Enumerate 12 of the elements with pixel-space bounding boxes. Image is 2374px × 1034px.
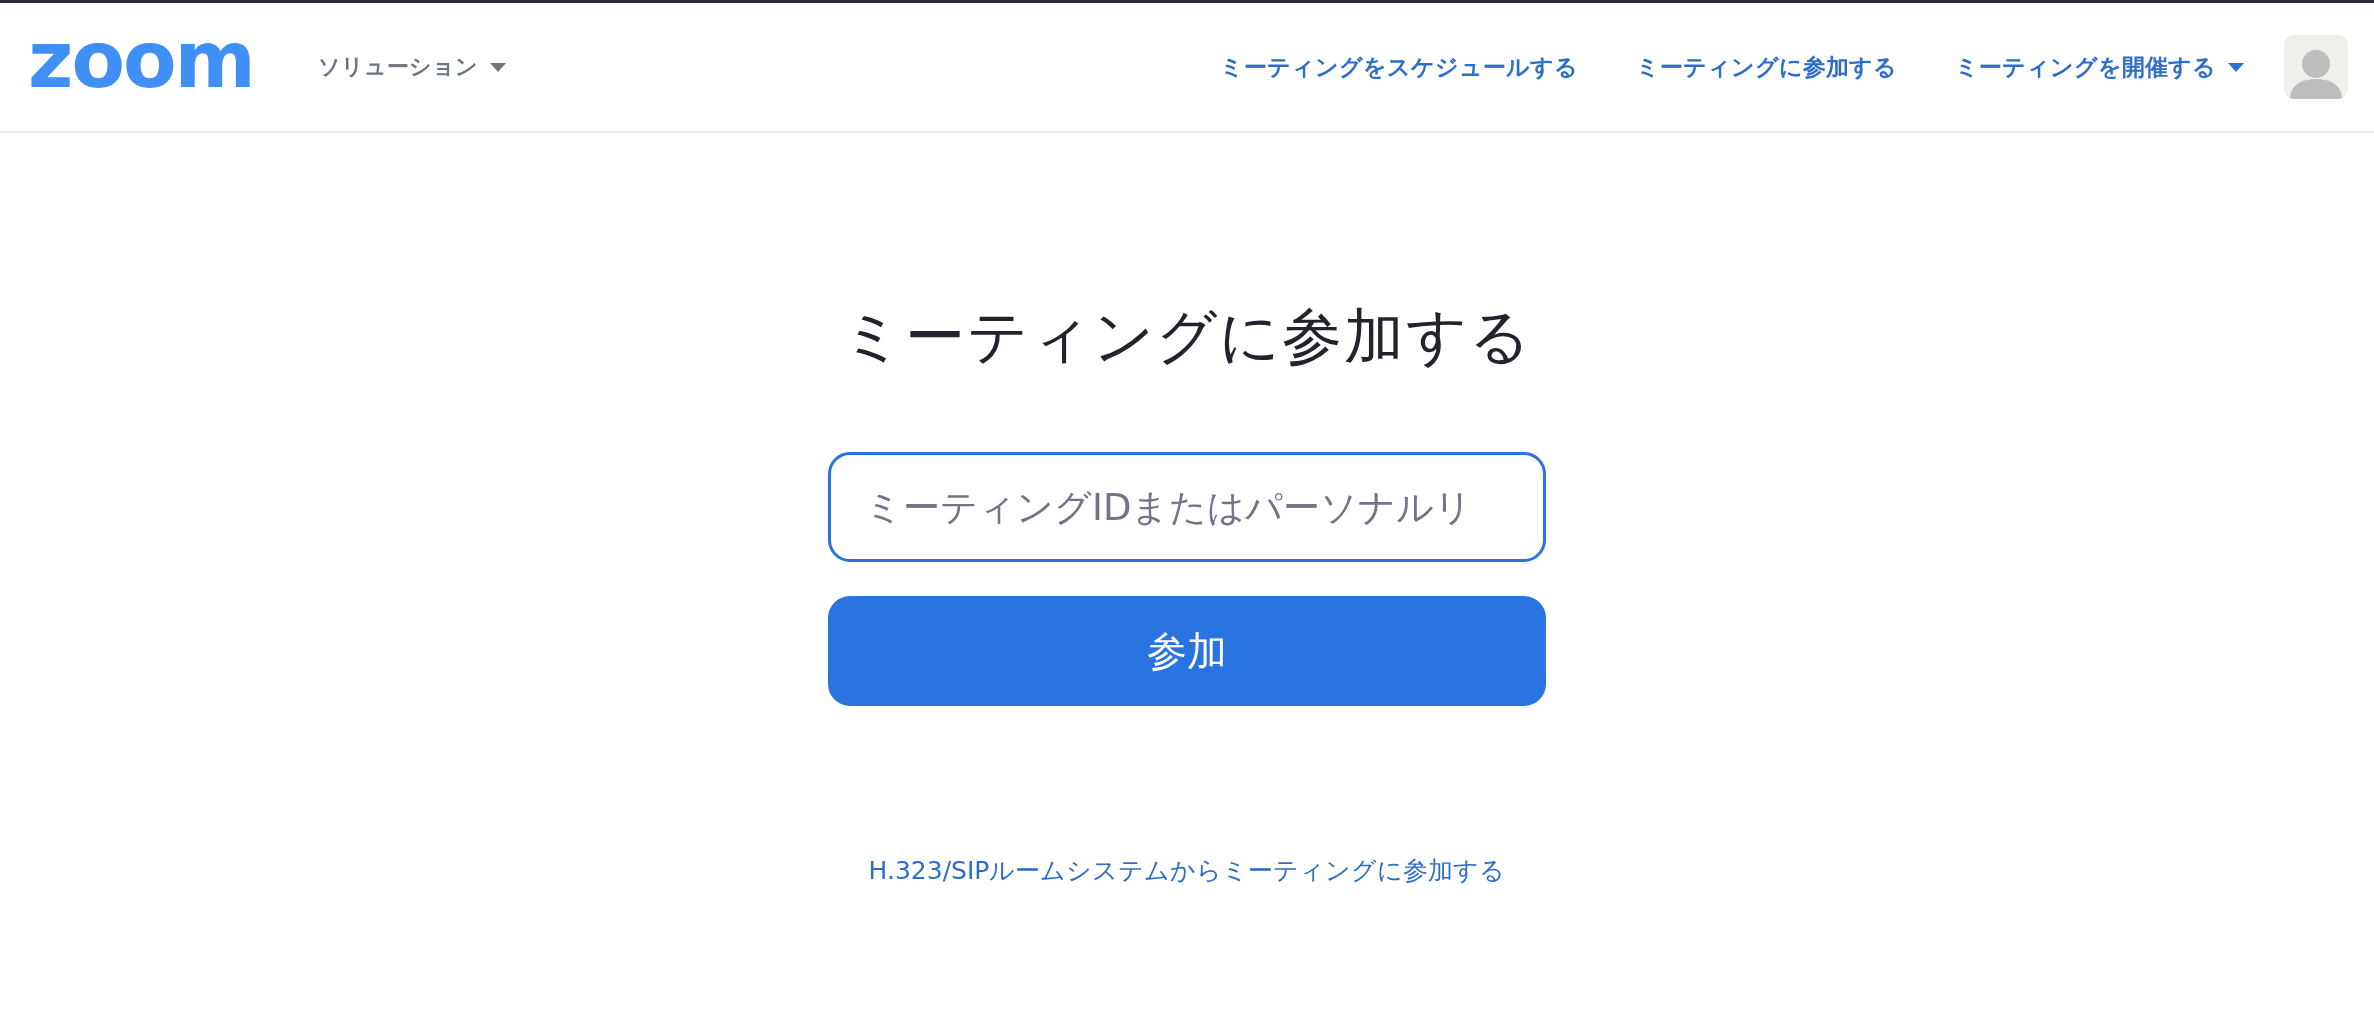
- solutions-menu[interactable]: ソリューション: [317, 52, 506, 82]
- caret-icon: [489, 62, 506, 72]
- meeting-id-field[interactable]: ミーティングIDまたはパーソナルリ: [828, 452, 1546, 562]
- nav-link[interactable]: ミーティングをスケジュールする: [1220, 51, 1578, 83]
- join-button[interactable]: 参加: [828, 596, 1546, 706]
- page-title: ミーティングに参加する: [842, 300, 1532, 373]
- logo[interactable]: zoom: [28, 21, 254, 99]
- sip-link[interactable]: H.323/SIPルームシステムからミーティングに参加する: [868, 854, 1506, 887]
- nav-link[interactable]: ミーティングを開催する: [1955, 51, 2244, 83]
- caret-icon: [2228, 62, 2244, 72]
- avatar-icon[interactable]: [2284, 35, 2348, 99]
- nav-link[interactable]: ミーティングに参加する: [1636, 51, 1897, 83]
